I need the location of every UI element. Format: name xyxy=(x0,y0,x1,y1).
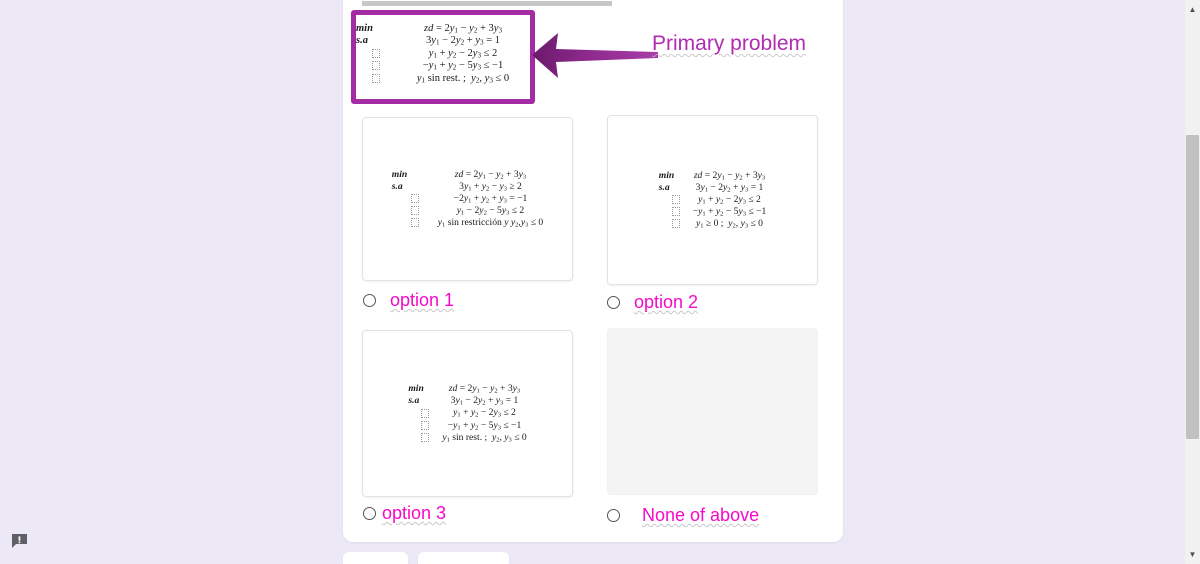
formula-row-body: zd = 2y1 − y2 + 3y3 xyxy=(693,169,766,182)
radio-button-icon[interactable] xyxy=(363,506,376,520)
formula-row-body: 3y1 + y2 − y3 ≥ 2 xyxy=(459,180,522,193)
option-3-card[interactable]: min zd = 2y1 − y2 + 3y3 s.a 3y1 − 2y2 + y3 … xyxy=(362,330,573,497)
formula-row-body: −y1 + y2 − 5y3 ≤ −1 xyxy=(422,60,504,72)
formula-row-body: y1 ≥ 0 ; y2, y3 ≤ 0 xyxy=(696,218,763,230)
formula-row-label: s.a xyxy=(658,181,670,193)
formula-row-body: y1 sin rest. ; y2, y3 ≤ 0 xyxy=(416,72,510,85)
scrollbar-down-arrow-icon[interactable]: ▼ xyxy=(1185,547,1200,562)
page-scrollbar[interactable]: ▲ ▼ xyxy=(1185,0,1200,564)
formula-row-body: zd = 2y1 − y2 + 3y3 xyxy=(454,168,527,181)
formula-row: y1 sin rest. ; y2, y3 ≤ 0 xyxy=(356,73,530,85)
primary-problem-formula: min zd = 2y1 − y2 + 3y3 s.a 3y1 − 2y2 + y3 … xyxy=(356,15,530,85)
primary-problem-box: min zd = 2y1 − y2 + 3y3 s.a 3y1 − 2y2 + y3 … xyxy=(351,10,535,104)
radio-option-none-of-above[interactable]: None of above xyxy=(607,506,759,524)
report-feedback-icon[interactable] xyxy=(11,533,28,550)
formula-row: min zd = 2y1 − y2 + 3y3 xyxy=(408,383,526,395)
formula-placeholder-box xyxy=(356,73,396,85)
option-2-card[interactable]: min zd = 2y1 − y2 + 3y3 s.a 3y1 − 2y2 + y3 … xyxy=(607,115,818,285)
formula-row-body: 3y1 − 2y2 + y3 = 1 xyxy=(695,181,764,194)
formula-row-body: y1 + y2 − 2y3 ≤ 2 xyxy=(428,47,498,60)
option-2-formula: min zd = 2y1 − y2 + 3y3 s.a 3y1 − 2y2 + y3 … xyxy=(659,170,767,231)
formula-placeholder-box xyxy=(408,420,442,431)
formula-row: s.a 3y1 − 2y2 + y3 = 1 xyxy=(659,182,767,194)
formula-row-label: min xyxy=(658,169,675,181)
radio-button-icon[interactable] xyxy=(607,295,620,309)
scrollbar-up-arrow-icon[interactable]: ▲ xyxy=(1185,2,1200,17)
formula-row-label: min xyxy=(356,23,373,34)
radio-option-3-label: option 3 xyxy=(382,503,447,523)
footer-button-right[interactable] xyxy=(418,552,509,564)
radio-option-1-label: option 1 xyxy=(390,290,455,310)
formula-placeholder-box xyxy=(659,218,693,229)
formula-row-body: zd = 2y1 − y2 + 3y3 xyxy=(448,383,521,395)
formula-row-label: s.a xyxy=(356,35,368,47)
formula-placeholder-box xyxy=(392,193,438,204)
formula-placeholder-box xyxy=(356,48,396,60)
formula-row-body: y1 sin restricción y y2,y3 ≤ 0 xyxy=(437,217,544,229)
option-4-card-blank[interactable] xyxy=(607,328,818,495)
formula-row: −y1 + y2 − 5y3 ≤ −1 xyxy=(408,420,526,432)
formula-placeholder-box xyxy=(408,407,442,418)
formula-row: min zd = 2y1 − y2 + 3y3 xyxy=(659,170,767,182)
formula-row: y1 sin rest. ; y2, y3 ≤ 0 xyxy=(408,431,527,444)
formula-row: y1 + y2 − 2y3 ≤ 2 xyxy=(408,407,526,419)
formula-row: −2y1 + y2 + y3 = −1 xyxy=(392,193,543,205)
formula-row: s.a 3y1 + y2 − y3 ≥ 2 xyxy=(392,181,543,193)
radio-option-2[interactable]: option 2 xyxy=(607,293,698,311)
formula-row: s.a 3y1 − 2y2 + y3 = 1 xyxy=(408,395,526,407)
radio-option-2-label: option 2 xyxy=(634,292,699,312)
top-divider-bar xyxy=(362,1,612,6)
formula-row: y1 + y2 − 2y3 ≤ 2 xyxy=(659,194,767,206)
footer-button-left[interactable] xyxy=(343,552,408,564)
formula-row-body: 3y1 − 2y2 + y3 = 1 xyxy=(426,35,500,47)
option-3-formula: min zd = 2y1 − y2 + 3y3 s.a 3y1 − 2y2 + y3 … xyxy=(408,383,526,444)
radio-option-3[interactable]: option 3 xyxy=(363,504,446,522)
formula-row-label: s.a xyxy=(391,180,403,192)
formula-row-body: y1 + y2 − 2y3 ≤ 2 xyxy=(453,407,516,419)
formula-placeholder-box xyxy=(392,205,438,216)
radio-button-icon[interactable] xyxy=(363,293,376,307)
formula-row-body: y1 + y2 − 2y3 ≤ 2 xyxy=(698,193,761,206)
formula-row-body: 3y1 − 2y2 + y3 = 1 xyxy=(450,395,519,407)
primary-problem-annotation-label: Primary problem xyxy=(652,32,807,55)
radio-option-none-of-above-label: None of above xyxy=(642,505,760,525)
formula-placeholder-box xyxy=(659,206,693,217)
formula-row-body: −y1 + y2 − 5y3 ≤ −1 xyxy=(692,206,767,218)
page-root: min zd = 2y1 − y2 + 3y3 s.a 3y1 − 2y2 + y3 … xyxy=(0,0,1200,564)
formula-row-body: zd = 2y1 − y2 + 3y3 xyxy=(423,23,503,35)
option-1-card[interactable]: min zd = 2y1 − y2 + 3y3 s.a 3y1 + y2 − y3 ≥… xyxy=(362,117,573,281)
formula-row: y1 ≥ 0 ; y2, y3 ≤ 0 xyxy=(659,218,767,230)
formula-placeholder-box xyxy=(392,217,438,228)
radio-button-icon[interactable] xyxy=(607,508,620,522)
formula-row-label: s.a xyxy=(408,395,420,407)
formula-row: s.a 3y1 − 2y2 + y3 = 1 xyxy=(356,35,530,47)
formula-row: min zd = 2y1 − y2 + 3y3 xyxy=(392,169,543,181)
formula-row-body: −y1 + y2 − 5y3 ≤ −1 xyxy=(447,419,522,431)
formula-row-body: y1 − 2y2 − 5y3 ≤ 2 xyxy=(456,205,525,217)
formula-row-label: min xyxy=(391,168,408,180)
formula-placeholder-box xyxy=(356,60,396,72)
option-1-formula: min zd = 2y1 − y2 + 3y3 s.a 3y1 + y2 − y3 ≥… xyxy=(392,169,543,230)
scrollbar-thumb[interactable] xyxy=(1186,135,1199,439)
formula-row-label: min xyxy=(408,383,424,395)
formula-row: y1 + y2 − 2y3 ≤ 2 xyxy=(356,48,530,60)
radio-option-1[interactable]: option 1 xyxy=(363,291,454,309)
formula-row: y1 sin restricción y y2,y3 ≤ 0 xyxy=(392,217,543,229)
formula-row: −y1 + y2 − 5y3 ≤ −1 xyxy=(356,60,530,72)
formula-placeholder-box xyxy=(408,432,442,443)
formula-row-body: −2y1 + y2 + y3 = −1 xyxy=(453,192,528,205)
formula-row: min zd = 2y1 − y2 + 3y3 xyxy=(356,23,530,35)
formula-row: −y1 + y2 − 5y3 ≤ −1 xyxy=(659,206,767,218)
formula-row: y1 − 2y2 − 5y3 ≤ 2 xyxy=(392,205,543,217)
formula-placeholder-box xyxy=(659,194,693,205)
formula-row-body: y1 sin rest. ; y2, y3 ≤ 0 xyxy=(442,431,527,444)
